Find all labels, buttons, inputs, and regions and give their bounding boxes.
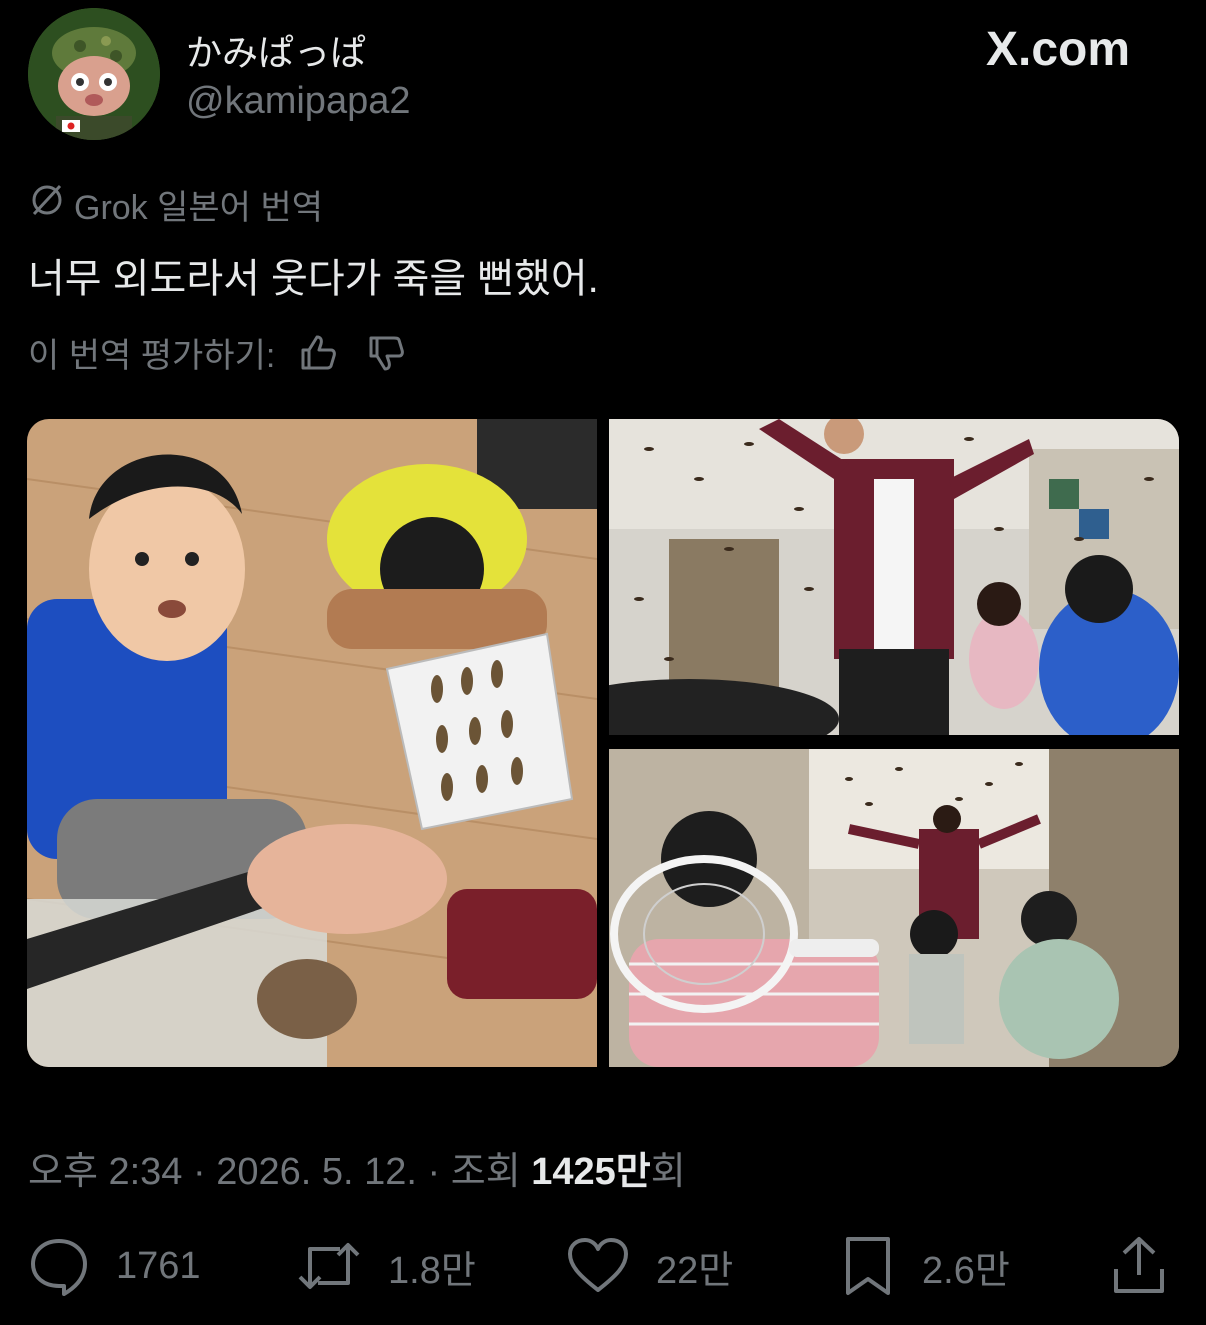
like-button[interactable]: 22만 <box>566 1236 733 1296</box>
author-handle[interactable]: @kamipapa2 <box>186 80 410 123</box>
heart-icon <box>568 1238 628 1292</box>
views-count: 1425만 <box>531 1151 651 1193</box>
meta-separator: · <box>416 1151 451 1193</box>
bookmark-icon <box>846 1237 890 1295</box>
tweet-meta: 오후 2:34 · 2026. 5. 12. · 조회 1425만회 <box>28 1140 686 1195</box>
bookmark-count: 2.6만 <box>922 1249 1010 1292</box>
media-grid <box>27 419 1179 1067</box>
grok-translation-label[interactable]: Grok 일본어 번역 <box>28 180 323 229</box>
reply-button[interactable]: 1761 <box>28 1236 201 1296</box>
share-button[interactable] <box>1110 1236 1168 1296</box>
views-label: 조회 <box>450 1151 521 1193</box>
tweet-date[interactable]: 2026. 5. 12. <box>216 1151 417 1193</box>
x-com-logo: X.com <box>986 23 1131 76</box>
like-count: 22만 <box>656 1249 734 1292</box>
photo-boy-insect-specimens[interactable] <box>27 419 597 1067</box>
meta-separator: · <box>182 1151 217 1193</box>
repost-count: 1.8만 <box>388 1249 476 1292</box>
views-suffix: 회 <box>650 1151 686 1193</box>
author-avatar[interactable] <box>28 8 160 140</box>
photo-classroom-teacher-crickets[interactable] <box>609 419 1179 735</box>
author-display-name[interactable]: かみぱっぱ <box>186 24 366 76</box>
thumbs-up-icon <box>301 335 337 369</box>
thumbs-up-button[interactable] <box>293 331 343 375</box>
tweet-time[interactable]: 오후 2:34 <box>28 1151 182 1193</box>
share-icon <box>1114 1237 1164 1293</box>
repost-icon <box>298 1243 360 1289</box>
thumbs-down-icon <box>369 336 405 370</box>
rate-translation-row: 이 번역 평가하기: <box>28 328 411 377</box>
rabbit-soldier-avatar-icon <box>28 8 160 140</box>
photo-hallway-kids-running[interactable] <box>609 749 1179 1067</box>
repost-button[interactable]: 1.8만 <box>296 1236 476 1296</box>
grok-icon <box>28 181 66 228</box>
thumbs-down-button[interactable] <box>361 331 411 375</box>
translation-label-text: Grok 일본어 번역 <box>74 189 323 227</box>
reply-icon <box>31 1239 87 1296</box>
bookmark-button[interactable]: 2.6만 <box>840 1236 1010 1296</box>
reply-count: 1761 <box>116 1244 201 1287</box>
tweet-text: 너무 외도라서 웃다가 죽을 뻔했어. <box>28 257 599 301</box>
rate-translation-label: 이 번역 평가하기: <box>28 337 276 375</box>
